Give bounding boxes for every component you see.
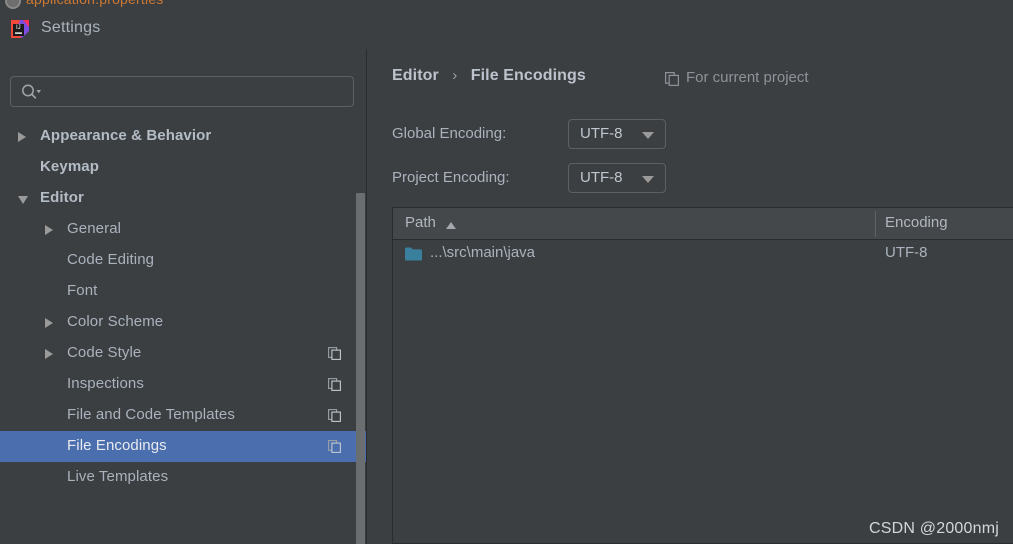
project-encoding-value: UTF-8: [580, 169, 623, 186]
copy-settings-icon: [665, 72, 679, 87]
sidebar-item-label: Appearance & Behavior: [40, 127, 212, 144]
chevron-down-icon: [642, 132, 654, 139]
sidebar-item-label: Keymap: [40, 158, 99, 175]
table-cell-encoding[interactable]: UTF-8: [885, 244, 928, 261]
sidebar-item-label: General: [67, 220, 122, 237]
settings-tree: Appearance & Behavior Keymap Editor General…: [0, 121, 366, 544]
sidebar-item-font[interactable]: Font: [0, 276, 366, 307]
sidebar-item-label: Editor: [40, 189, 84, 206]
encodings-table: Path Encoding ...\src\main\java UTF-8: [392, 207, 1013, 544]
breadcrumb: Editor › File Encodings: [392, 67, 586, 85]
sidebar-item-general[interactable]: General: [0, 214, 366, 245]
breadcrumb-parent[interactable]: Editor: [392, 67, 439, 84]
sidebar-item-color-scheme[interactable]: Color Scheme: [0, 307, 366, 338]
copy-settings-icon[interactable]: [328, 440, 341, 453]
sidebar-scrollbar-track[interactable]: [356, 121, 366, 544]
folder-icon: [405, 247, 422, 261]
sidebar-item-label: File Encodings: [67, 437, 167, 454]
settings-dialog: IJ Settings Appearance & Behavior Keymap E…: [0, 11, 1013, 544]
sidebar-item-file-encodings[interactable]: File Encodings: [0, 431, 366, 462]
search-icon[interactable]: [20, 83, 42, 101]
breadcrumb-separator: ›: [452, 67, 458, 84]
intellij-idea-logo-icon: IJ: [10, 19, 30, 39]
settings-main-panel: Editor › File Encodings For current proj…: [368, 49, 1013, 544]
sidebar-item-label: Font: [67, 282, 98, 299]
background-editor-tabstrip: application.properties: [0, 0, 1013, 11]
page-title: Settings: [41, 19, 101, 36]
chevron-right-icon[interactable]: [45, 225, 53, 235]
chevron-right-icon[interactable]: [45, 349, 53, 359]
chevron-down-icon[interactable]: [18, 196, 28, 204]
chevron-right-icon[interactable]: [45, 318, 53, 328]
copy-settings-icon[interactable]: [328, 409, 341, 422]
global-encoding-value: UTF-8: [580, 125, 623, 142]
watermark: CSDN @2000nmj: [869, 520, 999, 537]
project-encoding-combo[interactable]: UTF-8: [568, 163, 666, 193]
sidebar-item-keymap[interactable]: Keymap: [0, 152, 366, 183]
sidebar-item-label: Color Scheme: [67, 313, 164, 330]
copy-settings-icon[interactable]: [328, 347, 341, 360]
sidebar-item-label: Code Style: [67, 344, 142, 361]
column-header-path[interactable]: Path: [405, 214, 436, 231]
column-divider[interactable]: [875, 211, 876, 237]
column-header-encoding[interactable]: Encoding: [885, 214, 948, 231]
sidebar-scrollbar-thumb[interactable]: [356, 193, 365, 544]
chevron-down-icon: [642, 176, 654, 183]
global-encoding-combo[interactable]: UTF-8: [568, 119, 666, 149]
table-cell-path: ...\src\main\java: [430, 244, 536, 261]
sidebar-item-label: File and Code Templates: [67, 406, 235, 423]
sidebar-item-appearance-behavior[interactable]: Appearance & Behavior: [0, 121, 366, 152]
svg-text:IJ: IJ: [16, 25, 21, 31]
breadcrumb-current: File Encodings: [470, 67, 586, 84]
search-input[interactable]: [45, 77, 350, 106]
sidebar-item-editor[interactable]: Editor: [0, 183, 366, 214]
dialog-title-bar: IJ Settings: [0, 11, 1013, 49]
chevron-right-icon[interactable]: [18, 132, 26, 142]
project-encoding-label: Project Encoding:: [392, 169, 510, 186]
properties-file-icon: [5, 0, 21, 9]
editor-tab[interactable]: application.properties: [0, 0, 1013, 11]
sort-ascending-icon: [446, 222, 456, 229]
global-encoding-label: Global Encoding:: [392, 125, 507, 142]
encodings-table-header: Path Encoding: [393, 208, 1013, 240]
settings-sidebar: Appearance & Behavior Keymap Editor General…: [0, 49, 367, 544]
table-row[interactable]: ...\src\main\java UTF-8: [393, 240, 1013, 270]
search-box[interactable]: [10, 76, 354, 107]
sidebar-item-live-templates[interactable]: Live Templates: [0, 462, 366, 493]
copy-settings-icon[interactable]: [328, 378, 341, 391]
sidebar-item-inspections[interactable]: Inspections: [0, 369, 366, 400]
sidebar-item-code-style[interactable]: Code Style: [0, 338, 366, 369]
scope-hint-label: For current project: [686, 69, 809, 86]
sidebar-item-label: Inspections: [67, 375, 144, 392]
sidebar-item-code-editing[interactable]: Code Editing: [0, 245, 366, 276]
editor-tab-label: application.properties: [26, 0, 163, 7]
sidebar-item-label: Code Editing: [67, 251, 155, 268]
sidebar-item-file-and-code-templates[interactable]: File and Code Templates: [0, 400, 366, 431]
sidebar-item-label: Live Templates: [67, 468, 169, 485]
